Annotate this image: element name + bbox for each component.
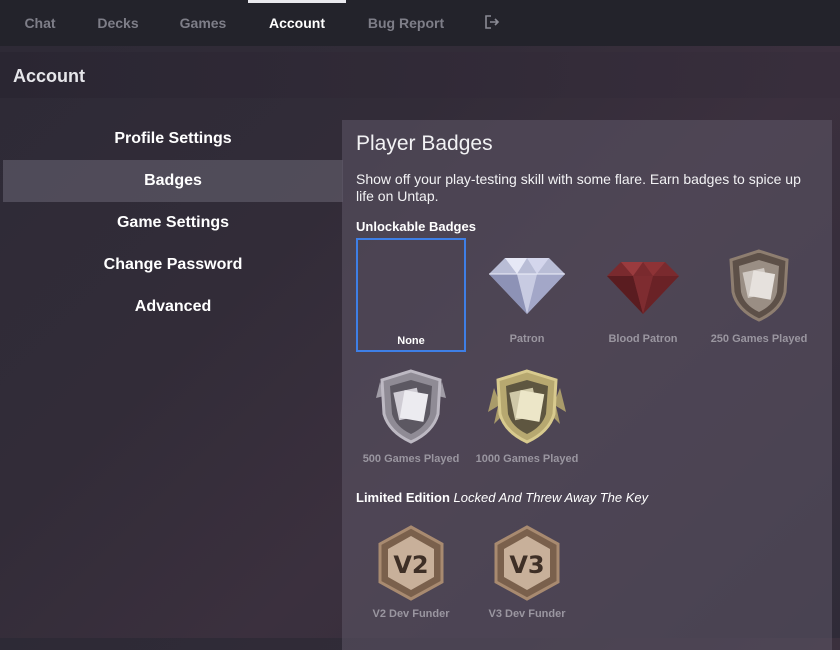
bronze-shield-icon xyxy=(729,249,789,322)
logout-icon[interactable] xyxy=(484,14,500,30)
top-nav: Chat Decks Games Account Bug Report xyxy=(0,0,840,46)
badge-none[interactable]: None xyxy=(356,238,466,352)
nav-tab-chat[interactable]: Chat xyxy=(14,0,66,46)
nav-tab-decks[interactable]: Decks xyxy=(88,0,148,46)
diamond-icon xyxy=(489,258,565,314)
badge-v2-dev-funder[interactable]: V2 V2 Dev Funder xyxy=(356,516,466,630)
sidebar-item-badges[interactable]: Badges xyxy=(3,160,343,202)
v3-badge-text: V3 xyxy=(509,551,544,579)
badge-patron[interactable]: Patron xyxy=(472,238,582,352)
badge-1000-games[interactable]: 1000 Games Played xyxy=(472,358,582,472)
panel-description: Show off your play-testing skill with so… xyxy=(356,171,801,204)
nav-tab-games[interactable]: Games xyxy=(170,0,236,46)
gold-winged-shield-icon xyxy=(488,369,566,444)
badge-caption: Blood Patron xyxy=(608,333,678,345)
badge-blood-patron[interactable]: Blood Patron xyxy=(588,238,698,352)
badge-caption: 1000 Games Played xyxy=(475,453,579,465)
unlockable-badges-heading: Unlockable Badges xyxy=(356,219,476,234)
sidebar-item-change-password[interactable]: Change Password xyxy=(3,244,343,286)
badge-caption: None xyxy=(397,335,425,347)
nav-tab-account[interactable]: Account xyxy=(248,0,346,46)
badge-caption: 500 Games Played xyxy=(362,453,460,465)
red-diamond-icon xyxy=(607,262,679,314)
v2-badge-text: V2 xyxy=(393,551,428,579)
sidebar-item-game-settings[interactable]: Game Settings xyxy=(3,202,343,244)
badge-v3-dev-funder[interactable]: V3 V3 Dev Funder xyxy=(472,516,582,630)
limited-edition-heading: Limited Edition Locked And Threw Away Th… xyxy=(356,490,648,505)
v3-hexagon-icon: V3 xyxy=(494,525,560,601)
panel-title: Player Badges xyxy=(356,132,493,155)
page-title: Account xyxy=(13,66,85,86)
badge-caption: Patron xyxy=(509,333,545,345)
badge-caption: V2 Dev Funder xyxy=(372,608,450,620)
sidebar-item-profile-settings[interactable]: Profile Settings xyxy=(3,118,343,160)
badge-caption: V3 Dev Funder xyxy=(488,608,566,620)
badge-500-games[interactable]: 500 Games Played xyxy=(356,358,466,472)
badge-250-games[interactable]: 250 Games Played xyxy=(704,238,814,352)
limited-edition-subtitle: Locked And Threw Away The Key xyxy=(453,490,649,505)
v2-hexagon-icon: V2 xyxy=(378,525,444,601)
page-header xyxy=(0,52,840,98)
settings-sidebar: Profile Settings Badges Game Settings Ch… xyxy=(3,118,343,328)
badges-panel: Player Badges Show off your play-testing… xyxy=(342,120,832,650)
limited-edition-title: Limited Edition xyxy=(356,490,450,505)
badge-caption: 250 Games Played xyxy=(710,333,808,345)
sidebar-item-advanced[interactable]: Advanced xyxy=(3,286,343,328)
silver-shield-icon xyxy=(376,369,446,444)
nav-tab-bug-report[interactable]: Bug Report xyxy=(358,0,454,46)
